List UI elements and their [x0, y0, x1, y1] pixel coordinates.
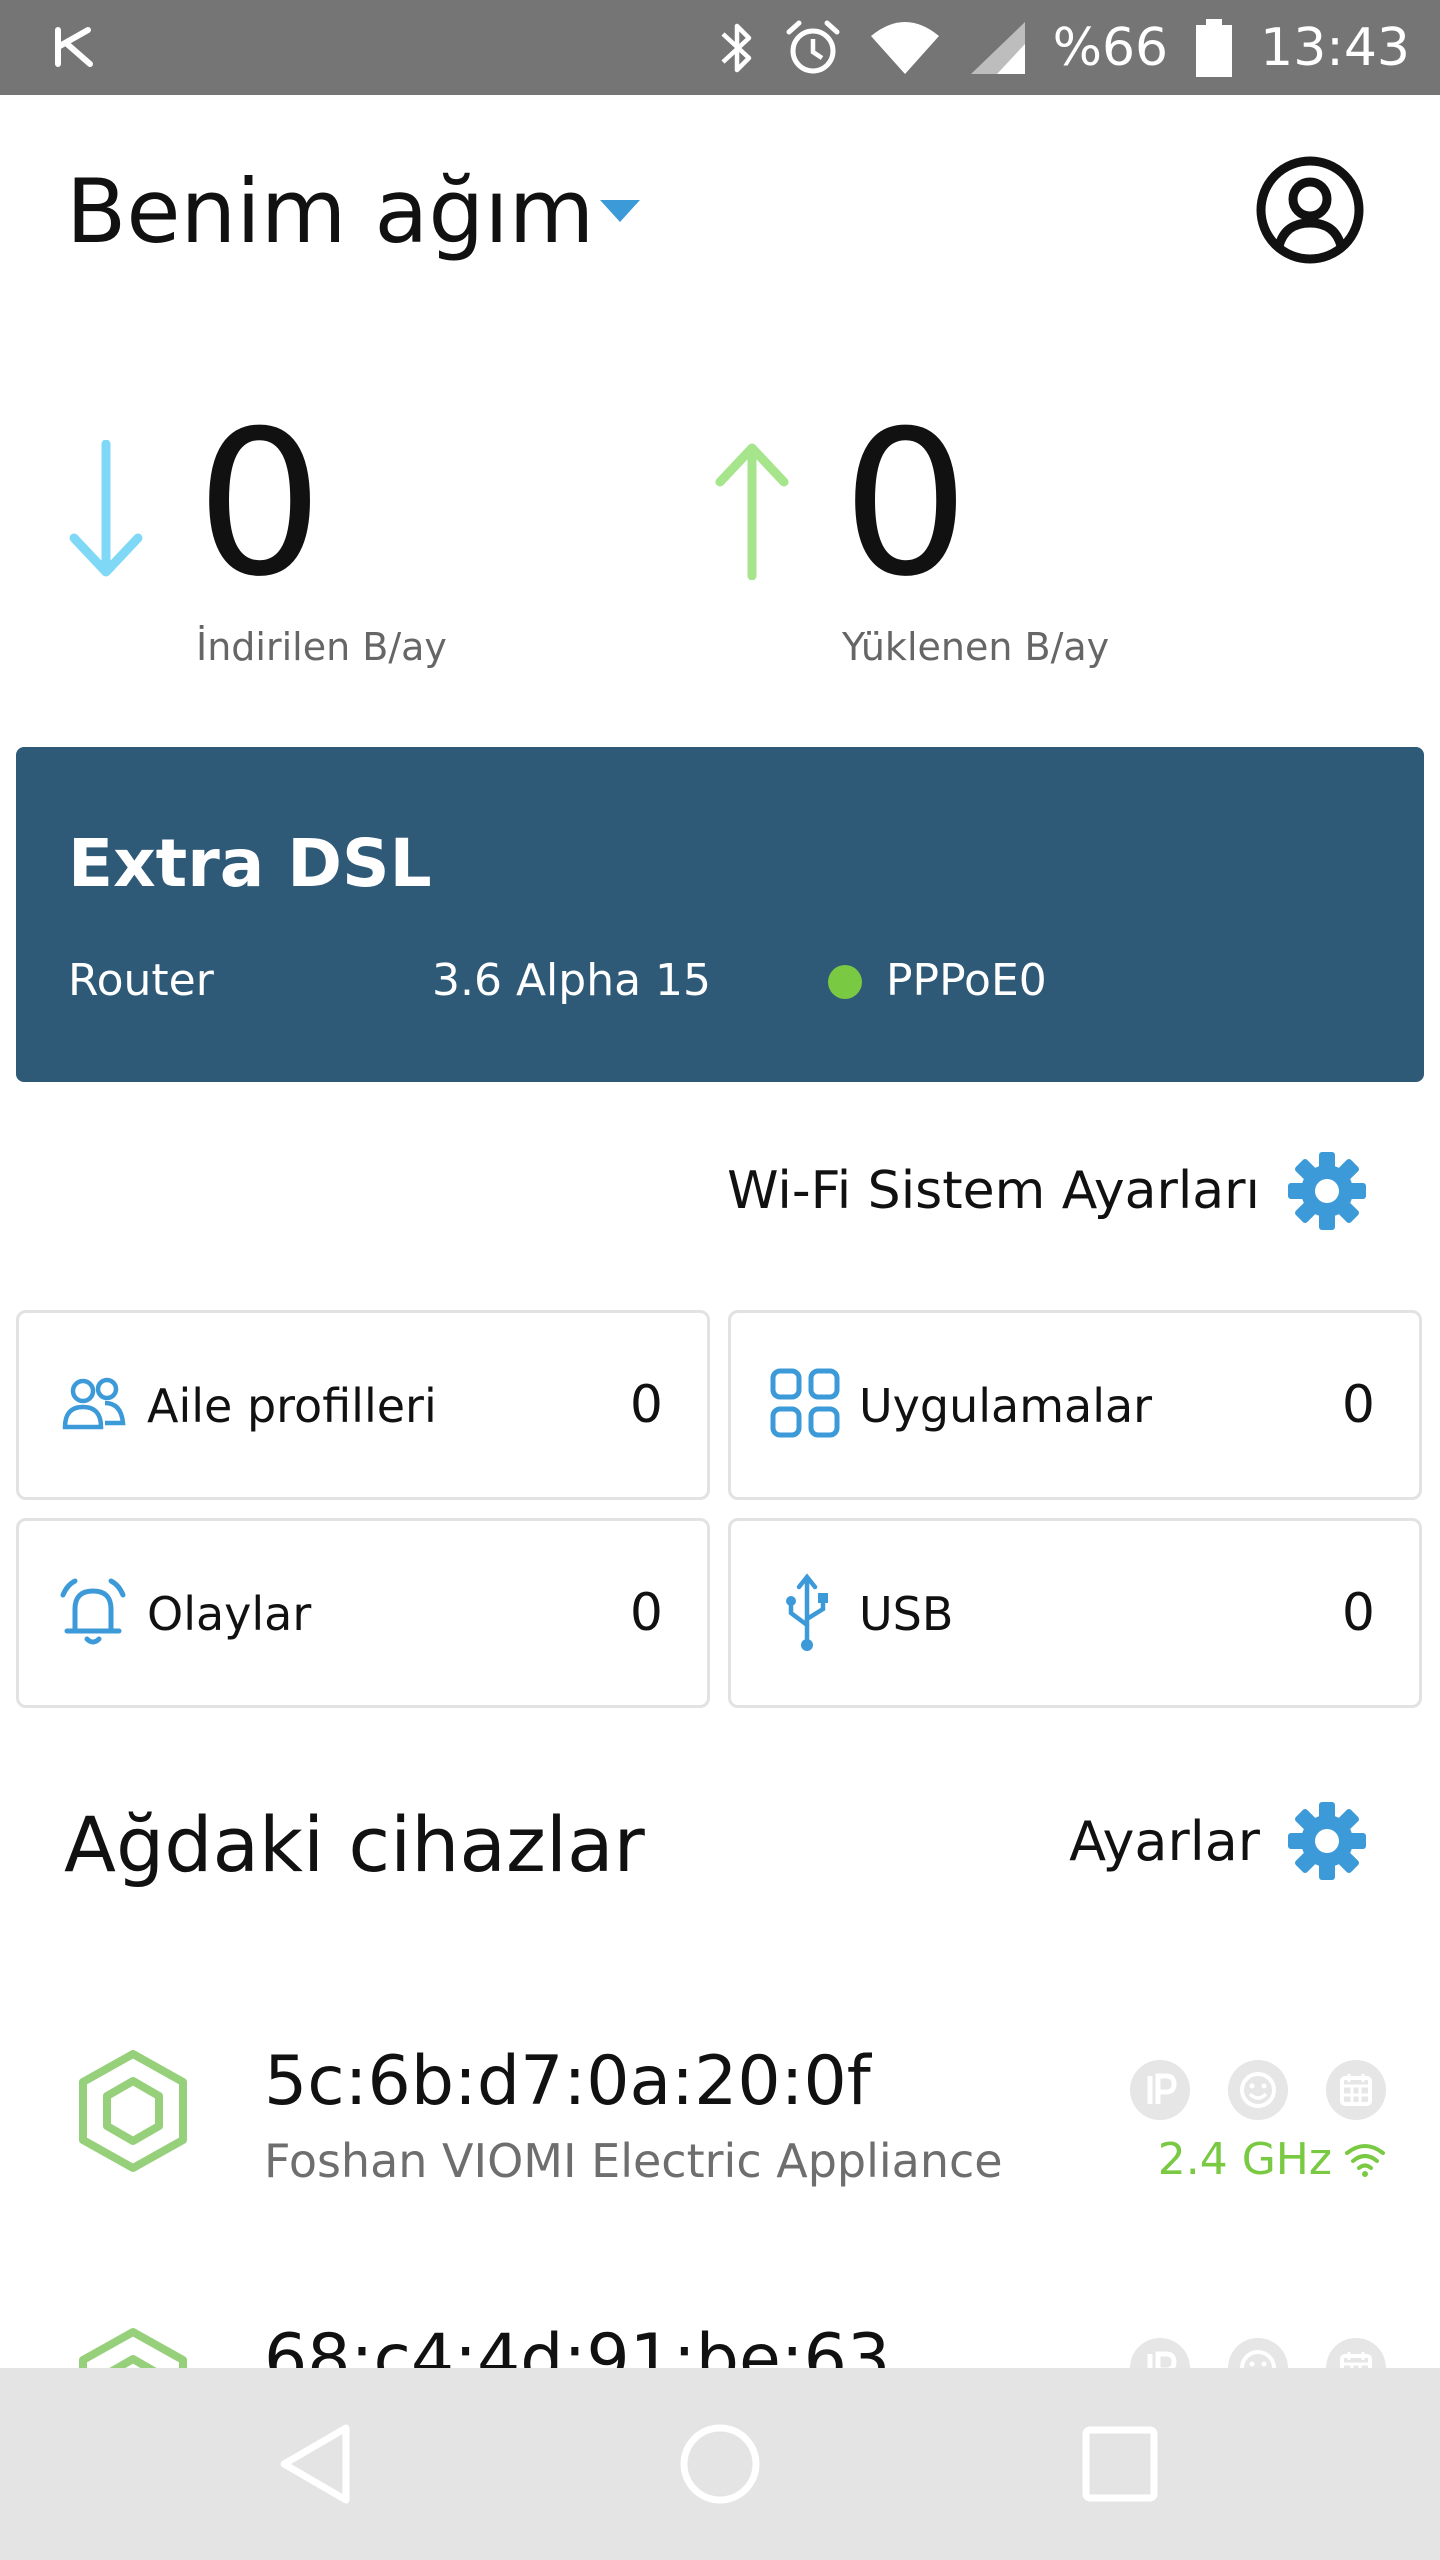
wifi-icon — [870, 21, 939, 74]
device-badges — [1130, 2060, 1386, 2120]
tile-usb[interactable]: USB 0 — [728, 1518, 1422, 1708]
upload-stat: 0 Yüklenen B/ay — [712, 400, 1272, 680]
device-row[interactable]: 5c:6b:d7:0a:20:0f Foshan VIOMI Electric … — [0, 2012, 1440, 2252]
router-card[interactable]: Extra DSL Router 3.6 Alpha 15 PPPoE0 — [16, 747, 1424, 1082]
tile-count: 0 — [1341, 1375, 1375, 1435]
upload-label: Yüklenen B/ay — [842, 625, 1110, 669]
status-icons: %66 13:43 — [717, 0, 1410, 95]
router-connection: PPPoE0 — [886, 955, 1047, 1006]
carrier-k-icon — [55, 27, 93, 67]
connection-status-dot — [828, 965, 862, 999]
recents-icon[interactable] — [1074, 2418, 1166, 2510]
tile-label: Uygulamalar — [859, 1379, 1153, 1433]
download-value: 0 — [196, 388, 324, 621]
wifi-signal-icon — [1345, 2144, 1385, 2177]
smiley-badge-icon — [1228, 2060, 1288, 2120]
device-mac: 5c:6b:d7:0a:20:0f — [264, 2042, 871, 2121]
status-bar: %66 13:43 — [0, 0, 1440, 95]
upload-arrow-icon — [715, 443, 789, 580]
gear-icon — [1288, 1152, 1366, 1230]
usb-icon — [786, 1573, 828, 1651]
apps-grid-icon — [770, 1368, 840, 1438]
alarm-icon — [786, 20, 840, 73]
tile-count: 0 — [629, 1375, 663, 1435]
battery-percent: %66 — [1052, 17, 1169, 78]
tile-family-profiles[interactable]: Aile profilleri 0 — [16, 1310, 710, 1500]
download-label: İndirilen B/ay — [196, 625, 447, 669]
system-nav-bar — [0, 2368, 1440, 2560]
download-stat: 0 İndirilen B/ay — [66, 400, 586, 680]
network-title[interactable]: Benim ağım — [66, 160, 594, 263]
tile-label: USB — [859, 1587, 954, 1641]
home-icon[interactable] — [674, 2418, 766, 2510]
family-icon — [62, 1377, 126, 1430]
download-arrow-icon — [69, 440, 143, 577]
battery-icon — [1196, 18, 1233, 77]
device-vendor: Foshan VIOMI Electric Appliance — [264, 2134, 1003, 2188]
bluetooth-icon — [721, 23, 751, 72]
tile-events[interactable]: Olaylar 0 — [16, 1518, 710, 1708]
tile-applications[interactable]: Uygulamalar 0 — [728, 1310, 1422, 1500]
bell-icon — [60, 1578, 126, 1645]
device-hexagon-icon — [79, 2050, 187, 2172]
calendar-badge-icon — [1326, 2060, 1386, 2120]
tile-count: 0 — [1341, 1583, 1375, 1643]
dropdown-caret-icon[interactable] — [600, 200, 640, 224]
back-icon[interactable] — [270, 2418, 362, 2510]
device-band: 2.4 GHz — [1157, 2134, 1332, 2185]
clock: 13:43 — [1260, 17, 1410, 78]
account-icon[interactable] — [1255, 155, 1365, 265]
router-name: Extra DSL — [68, 825, 432, 902]
devices-section-title: Ağdaki cihazlar — [64, 1800, 645, 1889]
devices-settings-button[interactable]: Ayarlar — [1069, 1800, 1368, 1882]
ip-badge-icon — [1130, 2060, 1190, 2120]
tile-label: Olaylar — [147, 1587, 312, 1641]
tile-label: Aile profilleri — [147, 1379, 437, 1433]
router-type: Router — [68, 955, 214, 1006]
cell-signal-icon — [970, 21, 1025, 74]
tile-count: 0 — [629, 1583, 663, 1643]
devices-settings-label: Ayarlar — [1069, 1809, 1260, 1873]
router-firmware: 3.6 Alpha 15 — [432, 955, 712, 1006]
gear-icon — [1288, 1802, 1366, 1880]
wifi-system-settings-button[interactable]: Wi-Fi Sistem Ayarları — [727, 1150, 1368, 1232]
upload-value: 0 — [842, 388, 970, 621]
wifi-settings-label: Wi-Fi Sistem Ayarları — [727, 1161, 1260, 1221]
